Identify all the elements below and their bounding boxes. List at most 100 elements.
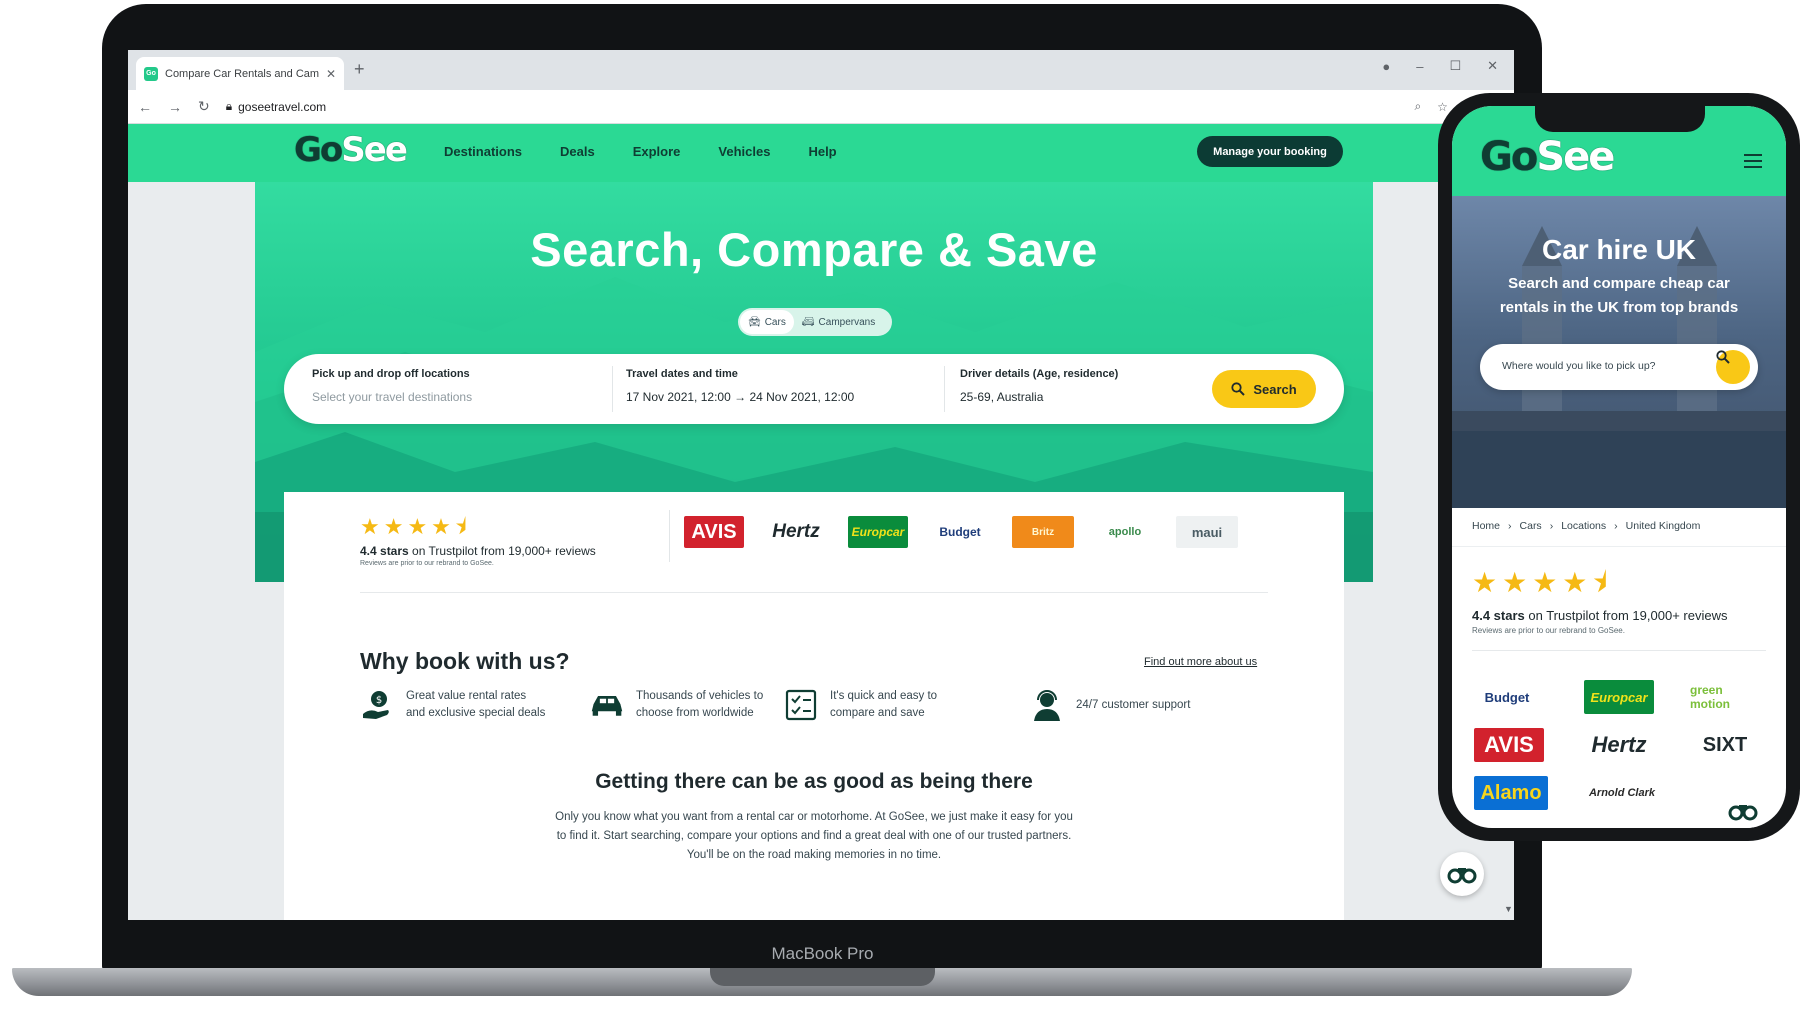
ph-brand-sixt[interactable]: SIXT bbox=[1690, 728, 1760, 762]
address-bar[interactable]: 🔒︎ goseetravel.com bbox=[226, 99, 326, 114]
close-window-icon[interactable]: ✕ bbox=[1487, 58, 1498, 74]
phone-hero: Car hire UK Search and compare cheap car… bbox=[1452, 196, 1786, 508]
rating-note: Reviews are prior to our rebrand to GoSe… bbox=[360, 560, 494, 567]
chevron-right-icon: › bbox=[1549, 520, 1554, 532]
phone-trustpilot-stars: ★★★★⯨ bbox=[1472, 567, 1613, 598]
reload-icon[interactable]: ↻ bbox=[198, 98, 210, 115]
car-icon bbox=[590, 688, 624, 722]
ph-brand-hertz[interactable]: Hertz bbox=[1584, 728, 1654, 762]
favicon-icon: Go bbox=[144, 66, 158, 81]
breadcrumb: Home › Cars › Locations › United Kingdom bbox=[1472, 520, 1700, 532]
browser-tab-strip: Go Compare Car Rentals and Campe ✕ + ● –… bbox=[128, 50, 1514, 90]
svg-text:$: $ bbox=[376, 695, 382, 706]
mode-campervans[interactable]: 🚐︎ Campervans bbox=[794, 310, 883, 334]
lock-icon: 🔒︎ bbox=[225, 99, 233, 113]
profile-dot-icon[interactable]: ● bbox=[1382, 59, 1390, 74]
binoculars-icon bbox=[1728, 805, 1758, 821]
browser-tab[interactable]: Go Compare Car Rentals and Campe ✕ bbox=[136, 57, 344, 90]
rating-text: 4.4 stars on Trustpilot from 19,000+ rev… bbox=[360, 544, 596, 558]
gosee-logo[interactable]: GoSee bbox=[294, 130, 408, 170]
campervan-icon: 🚐︎ bbox=[801, 316, 815, 328]
ph-brand-avis[interactable]: AVIS bbox=[1474, 728, 1544, 762]
brand-hertz[interactable]: Hertz bbox=[764, 516, 828, 548]
content-card: ★★★★⯨ 4.4 stars on Trustpilot from 19,00… bbox=[284, 492, 1344, 920]
field-divider bbox=[612, 366, 613, 412]
ph-brand-alamo[interactable]: Alamo bbox=[1474, 776, 1548, 810]
driver-field[interactable]: Driver details (Age, residence) 25-69, A… bbox=[960, 368, 1118, 404]
feature-easy: It's quick and easy to compare and save bbox=[784, 688, 937, 722]
date-from: 17 Nov 2021, 12:00 bbox=[626, 390, 731, 404]
search-icon bbox=[1716, 350, 1730, 364]
phone-subtitle: Search and compare cheap car rentals in … bbox=[1499, 275, 1739, 316]
ph-brand-europcar[interactable]: Europcar bbox=[1584, 680, 1654, 714]
phone-chat-button[interactable] bbox=[1722, 790, 1764, 828]
hero-title: Search, Compare & Save bbox=[530, 223, 1098, 276]
ph-brand-budget[interactable]: Budget bbox=[1474, 680, 1540, 714]
crumb-locations[interactable]: Locations bbox=[1561, 520, 1606, 532]
chevron-right-icon: › bbox=[1614, 520, 1618, 532]
maximize-icon[interactable]: ☐ bbox=[1449, 58, 1461, 74]
nav-vehicles[interactable]: Vehicles bbox=[718, 144, 770, 159]
tab-close-icon[interactable]: ✕ bbox=[326, 67, 336, 81]
phone-search-input[interactable]: Where would you like to pick up? bbox=[1480, 344, 1758, 390]
search-icon bbox=[1231, 382, 1246, 396]
phone-screen: GoSee Car hire UK Search and compare che… bbox=[1452, 106, 1786, 828]
site-header: GoSee Destinations Deals Explore Vehicle… bbox=[128, 124, 1514, 182]
laptop-hinge-notch bbox=[710, 968, 935, 986]
chevron-right-icon: › bbox=[1508, 520, 1512, 532]
brand-maui[interactable]: maui bbox=[1176, 516, 1238, 548]
zoom-icon[interactable]: ⌕ bbox=[1414, 99, 1421, 114]
brand-budget[interactable]: Budget bbox=[928, 516, 992, 548]
hamburger-menu-icon[interactable] bbox=[1744, 154, 1762, 172]
nav-destinations[interactable]: Destinations bbox=[444, 144, 522, 159]
phone-divider bbox=[1452, 546, 1786, 547]
phone-search-placeholder: Where would you like to pick up? bbox=[1502, 360, 1656, 372]
search-bar: Pick up and drop off locations Select yo… bbox=[284, 354, 1344, 424]
phone-title: Car hire UK bbox=[1541, 234, 1697, 265]
window-controls: ● – ☐ ✕ bbox=[1382, 58, 1498, 74]
nav-explore[interactable]: Explore bbox=[633, 144, 681, 159]
locations-field[interactable]: Pick up and drop off locations Select yo… bbox=[312, 368, 472, 404]
money-hand-icon: $ bbox=[360, 688, 394, 722]
ph-brand-arnold-clark[interactable]: Arnold Clark bbox=[1584, 776, 1660, 810]
brand-britz[interactable]: Britz bbox=[1012, 516, 1074, 548]
ph-brand-green-motion[interactable]: green motion bbox=[1690, 680, 1760, 714]
nav-deals[interactable]: Deals bbox=[560, 144, 595, 159]
brand-apollo[interactable]: apollo bbox=[1094, 516, 1156, 548]
url-text: goseetravel.com bbox=[238, 99, 327, 114]
binoculars-icon bbox=[1447, 868, 1477, 884]
find-out-more-link[interactable]: Find out more about us bbox=[1144, 656, 1257, 668]
browser-toolbar: ← → ↻ 🔒︎ goseetravel.com ⌕ ☆ ✱ bbox=[128, 90, 1514, 124]
driver-value: 25-69, Australia bbox=[960, 390, 1044, 404]
crumb-home[interactable]: Home bbox=[1472, 520, 1500, 532]
locations-placeholder: Select your travel destinations bbox=[312, 390, 473, 404]
checklist-icon bbox=[784, 688, 818, 722]
crumb-cars[interactable]: Cars bbox=[1520, 520, 1542, 532]
scroll-down-arrow-icon[interactable]: ▼ bbox=[1504, 904, 1513, 914]
chat-binoculars-button[interactable] bbox=[1440, 852, 1484, 896]
brand-europcar[interactable]: Europcar bbox=[848, 516, 908, 548]
manage-booking-button[interactable]: Manage your booking bbox=[1197, 136, 1343, 167]
nav-help[interactable]: Help bbox=[808, 144, 836, 159]
main-nav: Destinations Deals Explore Vehicles Help bbox=[444, 144, 837, 159]
card-divider bbox=[360, 592, 1268, 593]
search-button[interactable]: Search bbox=[1212, 370, 1316, 408]
forward-icon[interactable]: → bbox=[168, 99, 182, 115]
arrow-right-icon: → bbox=[734, 390, 747, 404]
phone-gosee-logo[interactable]: GoSee bbox=[1480, 134, 1615, 180]
crumb-united-kingdom: United Kingdom bbox=[1625, 520, 1701, 532]
rating-separator bbox=[669, 510, 670, 562]
mode-cars[interactable]: 🚘︎ Cars bbox=[740, 310, 794, 334]
feature-support: 24/7 customer support bbox=[1030, 688, 1190, 722]
back-icon[interactable]: ← bbox=[138, 99, 152, 115]
trustpilot-stars: ★★★★⯨ bbox=[360, 514, 471, 539]
phone-rating-text: 4.4 stars on Trustpilot from 19,000+ rev… bbox=[1472, 608, 1728, 623]
bookmark-star-icon[interactable]: ☆ bbox=[1437, 100, 1448, 114]
dates-field[interactable]: Travel dates and time 17 Nov 2021, 12:00… bbox=[626, 368, 854, 404]
phone-search-button[interactable] bbox=[1716, 350, 1750, 384]
minimize-icon[interactable]: – bbox=[1416, 59, 1423, 74]
laptop-brand-label: MacBook Pro bbox=[771, 944, 874, 963]
brand-avis[interactable]: AVIS bbox=[684, 516, 744, 548]
new-tab-button[interactable]: + bbox=[354, 59, 365, 80]
phone-notch bbox=[1535, 104, 1705, 132]
